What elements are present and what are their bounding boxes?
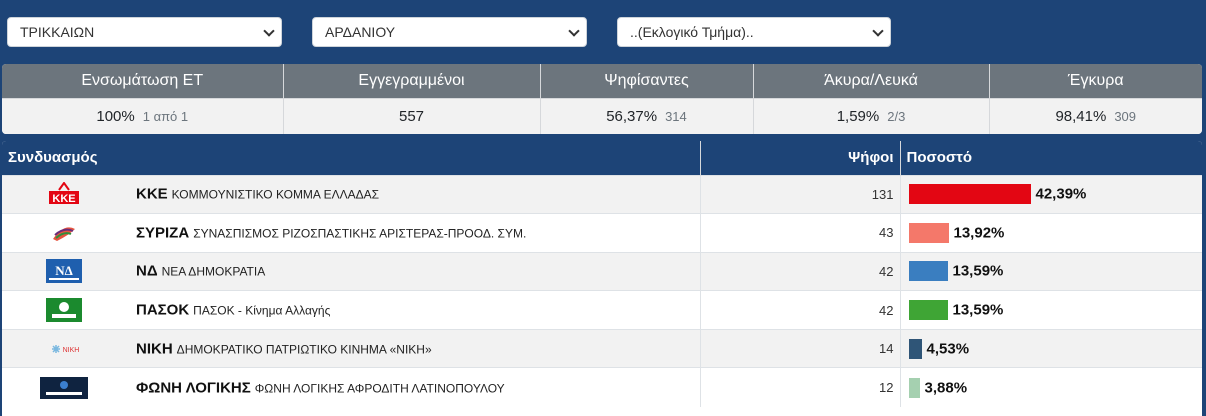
votes-cell: 43 <box>700 213 901 253</box>
votes-cell: 42 <box>700 290 901 330</box>
prefecture-select-value: ΤΡΙΚΚΑΙΩΝ <box>20 24 95 40</box>
party-full-name: ΠΑΣΟΚ - Κίνημα Αλλαγής <box>193 303 331 318</box>
party-name: ΝΔ ΝΕΑ ΔΗΜΟΚΡΑΤΙΑ <box>136 263 265 280</box>
party-full-name: ΣΥΝΑΣΠΙΣΜΟΣ ΡΙΖΟΣΠΑΣΤΙΚΗΣ ΑΡΙΣΤΕΡΑΣ-ΠΡΟΟ… <box>193 226 527 241</box>
summary-registered-value: 557 <box>398 107 425 125</box>
percent-cell: 13,59% <box>900 251 1202 291</box>
percent-bar <box>908 261 948 282</box>
municipality-select[interactable]: ΑΡΔΑΝΙΟΥ <box>312 17 587 47</box>
table-row: ΦΩΝΗ ΛΟΓΙΚΗΣ ΦΩΝΗ ΛΟΓΙΚΗΣ ΑΦΡΟΔΙΤΗ ΛΑΤΙΝΟ… <box>2 367 1202 407</box>
summary-integration: 100% 1 από 1 <box>2 97 284 134</box>
summary-valid: 98,41% 309 <box>989 97 1202 134</box>
party-name: ΦΩΝΗ ΛΟΓΙΚΗΣ ΦΩΝΗ ΛΟΓΙΚΗΣ ΑΦΡΟΔΙΤΗ ΛΑΤΙΝΟ… <box>136 379 505 396</box>
summary-invalid-value: 1,59% <box>836 107 880 125</box>
percent-label: 42,39% <box>1035 185 1087 203</box>
summary-voters-sub: 314 <box>665 108 687 124</box>
summary-header-valid: Έγκυρα <box>989 64 1202 98</box>
summary-valid-sub: 309 <box>1114 108 1137 124</box>
svg-text:ΝΙΚΗ: ΝΙΚΗ <box>63 347 80 354</box>
percent-label: 3,88% <box>924 379 968 397</box>
summary-integration-sub: 1 από 1 <box>142 108 189 124</box>
table-row: ΝΔ ΝΔ ΝΕΑ ΔΗΜΟΚΡΑΤΙΑ 42 13,59% <box>2 251 1202 291</box>
summary-header-integration: Ενσωμάτωση ΕΤ <box>2 64 284 98</box>
party-name: ΣΥΡΙΖΑ ΣΥΝΑΣΠΙΣΜΟΣ ΡΙΖΟΣΠΑΣΤΙΚΗΣ ΑΡΙΣΤΕΡΑ… <box>136 224 526 241</box>
syriza-logo-icon <box>40 221 88 245</box>
summary-invalid: 1,59% 2/3 <box>753 97 990 134</box>
summary-valid-value: 98,41% <box>1055 107 1107 125</box>
results-header-votes: Ψήφοι <box>700 141 901 175</box>
votes-cell: 42 <box>700 251 901 291</box>
party-full-name: ΚΟΜΜΟΥΝΙΣΤΙΚΟ ΚΟΜΜΑ ΕΛΛΑΔΑΣ <box>171 187 380 202</box>
party-cell: ΦΩΝΗ ΛΟΓΙΚΗΣ ΦΩΝΗ ΛΟΓΙΚΗΣ ΑΦΡΟΔΙΤΗ ΛΑΤΙΝΟ… <box>2 367 701 407</box>
chevron-down-icon <box>872 25 884 37</box>
summary-integration-value: 100% <box>96 107 135 125</box>
percent-label: 4,53% <box>926 340 970 358</box>
party-name: ΚΚΕ ΚΟΜΜΟΥΝΙΣΤΙΚΟ ΚΟΜΜΑ ΕΛΛΑΔΑΣ <box>136 186 379 203</box>
svg-text:ΝΔ: ΝΔ <box>55 263 73 278</box>
prefecture-select[interactable]: ΤΡΙΚΚΑΙΩΝ <box>7 17 282 47</box>
summary-header-voters: Ψηφίσαντες <box>540 64 754 98</box>
chevron-down-icon <box>263 25 275 37</box>
table-row: ΠΑΣΟΚ ΠΑΣΟΚ - Κίνημα Αλλαγής 42 13,59% <box>2 290 1202 330</box>
party-cell: ΝΙΚΗ ΝΙΚΗ ΔΗΜΟΚΡΑΤΙΚΟ ΠΑΤΡΙΩΤΙΚΟ ΚΙΝΗΜΑ «Ν… <box>2 328 701 368</box>
percent-label: 13,59% <box>952 262 1004 280</box>
percent-cell: 13,92% <box>900 213 1202 253</box>
table-row: ΣΥΡΙΖΑ ΣΥΝΑΣΠΙΣΜΟΣ ΡΙΖΟΣΠΑΣΤΙΚΗΣ ΑΡΙΣΤΕΡΑ… <box>2 213 1202 253</box>
party-name: ΝΙΚΗ ΔΗΜΟΚΡΑΤΙΚΟ ΠΑΤΡΙΩΤΙΚΟ ΚΙΝΗΜΑ «ΝΙΚΗ» <box>136 340 432 357</box>
municipality-select-value: ΑΡΔΑΝΙΟΥ <box>325 24 396 40</box>
votes-cell: 14 <box>700 328 901 368</box>
percent-bar <box>908 222 949 243</box>
percent-bar <box>908 377 920 398</box>
polling-station-select[interactable]: ..(Εκλογικό Τμήμα).. <box>617 17 891 47</box>
summary-header-invalid: Άκυρα/Λευκά <box>753 64 990 98</box>
polling-station-select-value: ..(Εκλογικό Τμήμα).. <box>630 24 754 40</box>
party-cell: ΣΥΡΙΖΑ ΣΥΝΑΣΠΙΣΜΟΣ ΡΙΖΟΣΠΑΣΤΙΚΗΣ ΑΡΙΣΤΕΡΑ… <box>2 213 701 253</box>
party-full-name: ΔΗΜΟΚΡΑΤΙΚΟ ΠΑΤΡΙΩΤΙΚΟ ΚΙΝΗΜΑ «ΝΙΚΗ» <box>176 342 432 357</box>
party-name: ΠΑΣΟΚ ΠΑΣΟΚ - Κίνημα Αλλαγής <box>136 302 330 319</box>
votes-cell: 12 <box>700 367 901 407</box>
pasok-logo-icon <box>40 298 88 323</box>
party-full-name: ΦΩΝΗ ΛΟΓΙΚΗΣ ΑΦΡΟΔΙΤΗ ΛΑΤΙΝΟΠΟΥΛΟΥ <box>254 381 505 396</box>
results-header-percent: Ποσοστό <box>900 141 1202 175</box>
party-cell: ΠΑΣΟΚ ΠΑΣΟΚ - Κίνημα Αλλαγής <box>2 290 701 330</box>
kke-logo-icon: KKE <box>40 182 88 206</box>
summary-voters-value: 56,37% <box>606 107 658 125</box>
percent-label: 13,92% <box>953 224 1005 242</box>
svg-text:KKE: KKE <box>52 193 75 205</box>
percent-bar <box>908 184 1031 205</box>
results-table: Συνδυασμός Ψήφοι Ποσοστό KKE ΚΚΕ ΚΟΜΜΟΥΝΙΣ… <box>2 141 1202 416</box>
foni-logikis-logo-icon <box>40 376 88 400</box>
percent-bar <box>908 338 922 359</box>
summary-header-registered: Εγγεγραμμένοι <box>283 64 541 98</box>
percent-label: 13,59% <box>952 301 1004 319</box>
summary-voters: 56,37% 314 <box>540 97 754 134</box>
party-cell: ΝΔ ΝΔ ΝΕΑ ΔΗΜΟΚΡΑΤΙΑ <box>2 251 701 291</box>
party-short-name: ΠΑΣΟΚ <box>136 301 190 319</box>
summary-invalid-sub: 2/3 <box>887 108 906 124</box>
results-header-party: Συνδυασμός <box>2 141 701 175</box>
party-short-name: ΝΙΚΗ <box>136 340 173 358</box>
percent-cell: 13,59% <box>900 290 1202 330</box>
summary-registered: 557 <box>283 97 541 134</box>
party-short-name: ΦΩΝΗ ΛΟΓΙΚΗΣ <box>136 379 251 397</box>
niki-logo-icon: ΝΙΚΗ <box>40 337 88 361</box>
table-row: ΝΙΚΗ ΝΙΚΗ ΔΗΜΟΚΡΑΤΙΚΟ ΠΑΤΡΙΩΤΙΚΟ ΚΙΝΗΜΑ «Ν… <box>2 328 1202 368</box>
percent-bar <box>908 300 948 321</box>
chevron-down-icon <box>568 25 580 37</box>
nd-logo-icon: ΝΔ <box>40 259 88 284</box>
party-short-name: ΣΥΡΙΖΑ <box>136 224 190 242</box>
party-cell: KKE ΚΚΕ ΚΟΜΜΟΥΝΙΣΤΙΚΟ ΚΟΜΜΑ ΕΛΛΑΔΑΣ <box>2 174 701 214</box>
percent-cell: 42,39% <box>900 174 1202 214</box>
percent-cell: 3,88% <box>900 367 1202 407</box>
table-row: KKE ΚΚΕ ΚΟΜΜΟΥΝΙΣΤΙΚΟ ΚΟΜΜΑ ΕΛΛΑΔΑΣ 131 42,3… <box>2 174 1202 214</box>
party-short-name: ΚΚΕ <box>136 185 168 203</box>
percent-cell: 4,53% <box>900 328 1202 368</box>
summary-table: Ενσωμάτωση ΕΤ Εγγεγραμμένοι Ψηφίσαντες Ά… <box>2 64 1202 134</box>
party-full-name: ΝΕΑ ΔΗΜΟΚΡΑΤΙΑ <box>161 264 266 279</box>
party-short-name: ΝΔ <box>136 262 158 280</box>
votes-cell: 131 <box>700 174 901 214</box>
